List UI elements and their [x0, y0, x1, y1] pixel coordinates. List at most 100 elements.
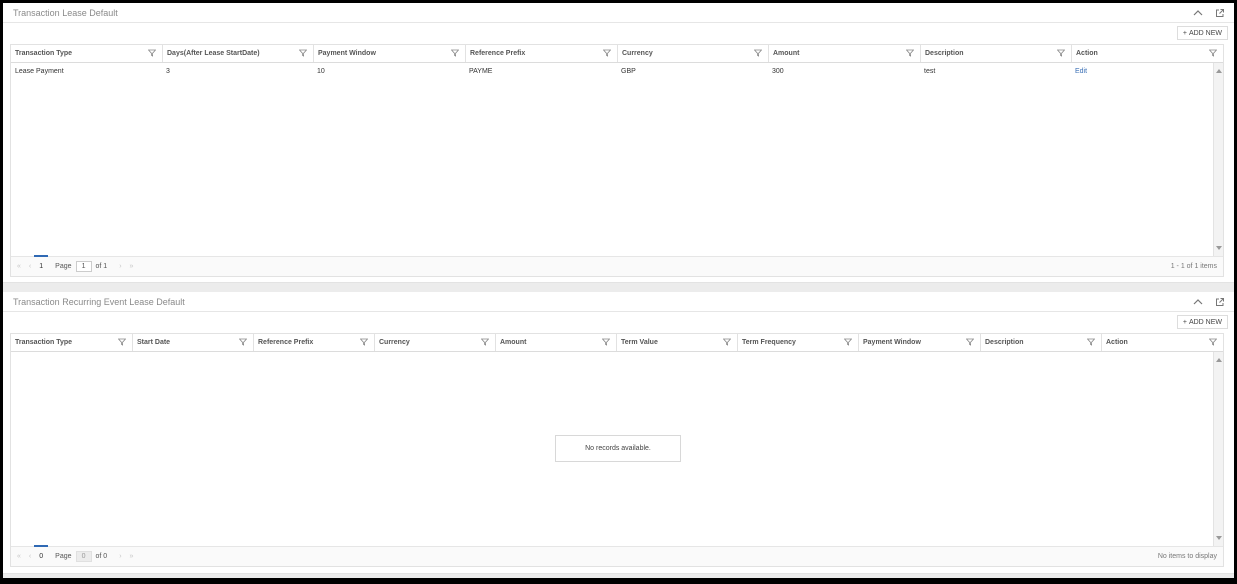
table-cell: test	[924, 67, 936, 75]
first-page-icon[interactable]: «	[17, 263, 21, 270]
filter-funnel-icon[interactable]	[1056, 49, 1066, 57]
prev-page-icon[interactable]: ‹	[29, 553, 31, 560]
external-link-icon[interactable]	[1214, 296, 1226, 308]
grid-body: Lease Payment 3 10 PAYME GBP 300 test Edit	[11, 63, 1223, 256]
filter-funnel-icon[interactable]	[298, 49, 308, 57]
scroll-up-icon[interactable]	[1216, 69, 1222, 73]
edit-link[interactable]: Edit	[1071, 68, 1223, 75]
filter-funnel-icon[interactable]	[602, 49, 612, 57]
prev-page-icon[interactable]: ‹	[29, 263, 31, 270]
vertical-scrollbar[interactable]	[1213, 63, 1223, 256]
column-header[interactable]: Payment Window	[313, 45, 465, 62]
next-page-icon[interactable]: ›	[119, 553, 121, 560]
chevron-up-icon[interactable]	[1192, 296, 1204, 308]
column-header[interactable]: Currency	[617, 45, 768, 62]
column-header[interactable]: Amount	[768, 45, 920, 62]
scroll-down-icon[interactable]	[1216, 246, 1222, 250]
column-header[interactable]: Amount	[495, 334, 616, 351]
column-header[interactable]: Action	[1101, 334, 1223, 351]
column-header-label: Payment Window	[863, 339, 921, 346]
transaction-lease-default-panel: Transaction Lease Default + ADD NEW Tran…	[3, 3, 1234, 283]
current-page-number[interactable]: 1	[34, 255, 49, 270]
toolbar: + ADD NEW	[3, 312, 1234, 331]
filter-funnel-icon[interactable]	[480, 338, 490, 346]
pager-info: 1 - 1 of 1 items	[1170, 263, 1217, 270]
no-records-message: No records available.	[555, 435, 681, 462]
column-header[interactable]: Days(After Lease StartDate)	[162, 45, 313, 62]
panel-title: Transaction Recurring Event Lease Defaul…	[13, 296, 185, 307]
table-cell: Lease Payment	[15, 67, 64, 75]
current-page-number[interactable]: 0	[34, 545, 49, 560]
page-input[interactable]: 1	[75, 261, 92, 272]
page-input[interactable]: 0	[75, 551, 92, 562]
filter-funnel-icon[interactable]	[1208, 338, 1218, 346]
filter-funnel-icon[interactable]	[965, 338, 975, 346]
column-header[interactable]: Description	[980, 334, 1101, 351]
panel-tools	[1192, 7, 1226, 19]
table-cell: 10	[317, 67, 325, 75]
column-header[interactable]: Transaction Type	[11, 45, 162, 62]
filter-funnel-icon[interactable]	[753, 49, 763, 57]
last-page-icon[interactable]: »	[130, 553, 134, 560]
recurring-event-grid: Transaction Type Start Date Reference Pref…	[10, 333, 1224, 567]
panel-header: Transaction Lease Default	[3, 3, 1234, 23]
vertical-scrollbar[interactable]	[1213, 352, 1223, 546]
filter-funnel-icon[interactable]	[117, 338, 127, 346]
filter-funnel-icon[interactable]	[905, 49, 915, 57]
column-header-label: Amount	[500, 339, 527, 346]
filter-funnel-icon[interactable]	[450, 49, 460, 57]
column-header-label: Payment Window	[318, 50, 376, 57]
app-frame: Transaction Lease Default + ADD NEW Tran…	[3, 3, 1234, 578]
column-header-label: Term Value	[621, 339, 658, 346]
page-label: Page	[55, 553, 72, 560]
table-row[interactable]: Lease Payment 3 10 PAYME GBP 300 test Edit	[11, 63, 1223, 79]
column-header[interactable]: Payment Window	[858, 334, 980, 351]
add-new-label: ADD NEW	[1188, 318, 1222, 326]
add-new-button[interactable]: + ADD NEW	[1176, 315, 1228, 329]
external-link-icon[interactable]	[1214, 7, 1226, 19]
pager-info: No items to display	[1157, 553, 1217, 560]
first-page-icon[interactable]: «	[17, 553, 21, 560]
column-header-label: Days(After Lease StartDate)	[167, 50, 260, 57]
filter-funnel-icon[interactable]	[601, 338, 611, 346]
scroll-up-icon[interactable]	[1216, 358, 1222, 362]
filter-funnel-icon[interactable]	[359, 338, 369, 346]
column-header[interactable]: Term Frequency	[737, 334, 858, 351]
filter-funnel-icon[interactable]	[722, 338, 732, 346]
toolbar: + ADD NEW	[3, 23, 1234, 42]
chevron-up-icon[interactable]	[1192, 7, 1204, 19]
column-header-label: Term Frequency	[742, 339, 796, 346]
scroll-down-icon[interactable]	[1216, 536, 1222, 540]
filter-funnel-icon[interactable]	[843, 338, 853, 346]
column-header[interactable]: Reference Prefix	[465, 45, 617, 62]
column-header-label: Action	[1106, 339, 1128, 346]
filter-funnel-icon[interactable]	[1208, 49, 1218, 57]
column-header[interactable]: Transaction Type	[11, 334, 132, 351]
grid-body: No records available.	[11, 352, 1223, 546]
next-page-icon[interactable]: ›	[119, 263, 121, 270]
plus-icon: +	[1182, 29, 1187, 37]
last-page-icon[interactable]: »	[130, 263, 134, 270]
column-header-label: Transaction Type	[15, 339, 73, 346]
column-header[interactable]: Reference Prefix	[253, 334, 374, 351]
table-cell: 300	[772, 67, 784, 75]
page-label: Page	[55, 263, 72, 270]
add-new-label: ADD NEW	[1188, 29, 1222, 37]
column-header-label: Start Date	[137, 339, 171, 346]
column-header[interactable]: Description	[920, 45, 1071, 62]
column-header[interactable]: Start Date	[132, 334, 253, 351]
filter-funnel-icon[interactable]	[238, 338, 248, 346]
column-header[interactable]: Term Value	[616, 334, 737, 351]
column-header-label: Transaction Type	[15, 50, 73, 57]
panel-tools	[1192, 296, 1226, 308]
column-header[interactable]: Currency	[374, 334, 495, 351]
filter-funnel-icon[interactable]	[1086, 338, 1096, 346]
column-header[interactable]: Action	[1071, 45, 1223, 62]
plus-icon: +	[1182, 318, 1187, 326]
add-new-button[interactable]: + ADD NEW	[1176, 26, 1228, 40]
column-header-label: Currency	[622, 50, 653, 57]
panel-title: Transaction Lease Default	[13, 7, 118, 18]
page-of-label: of 0	[95, 553, 108, 560]
filter-funnel-icon[interactable]	[147, 49, 157, 57]
column-header-label: Amount	[773, 50, 800, 57]
